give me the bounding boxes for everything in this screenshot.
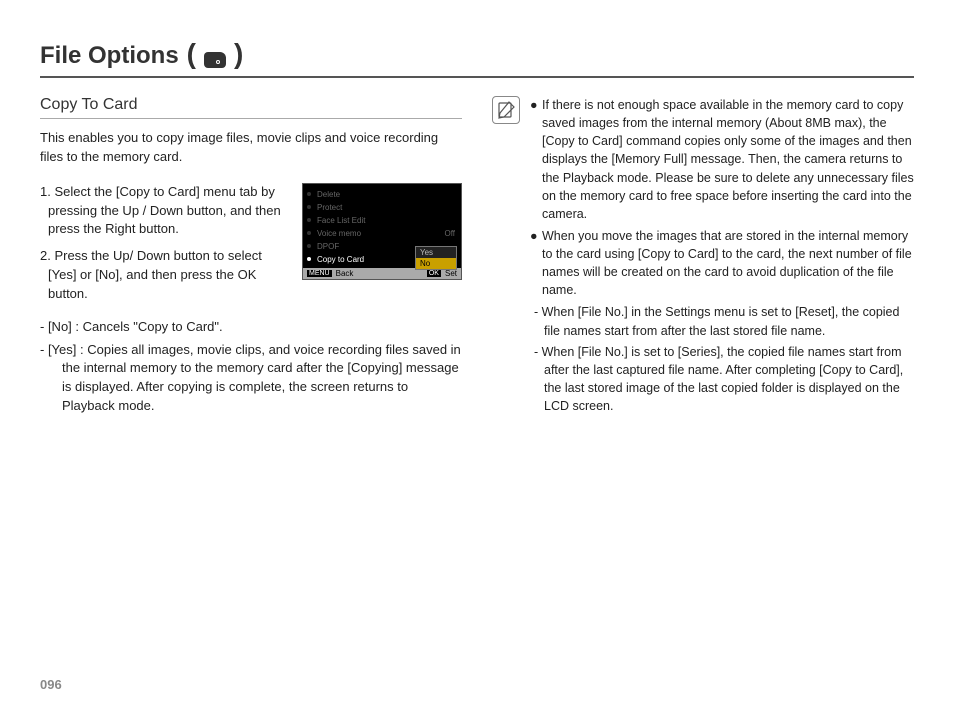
left-column: Copy To Card This enables you to copy im… [40,96,462,420]
steps-list: 1. Select the [Copy to Card] menu tab by… [40,183,290,312]
lcd-item-label: Voice memo [317,229,361,238]
step-2-number: 2. [40,248,51,263]
bullet-mark: ● [530,227,542,300]
lcd-item-protect: Protect [303,201,461,214]
substep-yes: - [Yes] : Copies all images, movie clips… [62,341,462,416]
bullet-mark: ● [530,96,542,223]
lcd-item-copytocard: Copy to Card Yes No [303,253,461,266]
step-2-text: Press the Up/ Down button to select [Yes… [48,248,262,301]
page-title-row: File Options ( ) [40,40,914,78]
substep-yes-tag: - [Yes] : [40,342,84,357]
file-options-icon [204,52,226,68]
lcd-key-ok: OK [427,270,441,277]
note-1-text: If there is not enough space available i… [542,96,914,223]
note-dash-1: - When [File No.] in the Settings menu i… [544,303,914,339]
lcd-item-label: Protect [317,203,342,212]
step-1: 1. Select the [Copy to Card] menu tab by… [48,183,290,240]
substep-yes-text: Copies all images, movie clips, and voic… [62,342,461,414]
page-number: 096 [40,677,62,692]
lcd-key-menu: MENU [307,270,332,277]
lcd-popup-yes: Yes [416,247,456,258]
right-column: ● If there is not enough space available… [492,96,914,420]
lcd-popup-no: No [416,258,456,269]
lcd-popup: Yes No [415,246,457,270]
note-2-text: When you move the images that are stored… [542,227,914,300]
step-1-text: Select the [Copy to Card] menu tab by pr… [48,184,281,237]
step-1-number: 1. [40,184,51,199]
paren-close: ) [234,40,243,68]
lcd-item-label: Copy to Card [317,255,364,264]
substep-no: - [No] : Cancels "Copy to Card". [62,318,462,337]
lcd-item-voicememo: Voice memo Off [303,227,461,240]
page-title: File Options [40,42,179,70]
note-icon [492,96,520,124]
lcd-item-label: Delete [317,190,340,199]
note-dash-2: - When [File No.] is set to [Series], th… [544,343,914,416]
lcd-item-label: Face List Edit [317,216,365,225]
notes-body: ● If there is not enough space available… [530,96,914,418]
note-bullet-1: ● If there is not enough space available… [530,96,914,223]
lcd-item-label: DPOF [317,242,339,251]
lcd-foot-set: Set [445,269,457,278]
note-bullet-2: ● When you move the images that are stor… [530,227,914,300]
paren-open: ( [187,40,196,68]
lcd-foot-back: Back [336,269,354,278]
lcd-item-delete: Delete [303,188,461,201]
step-2: 2. Press the Up/ Down button to select [… [48,247,290,304]
intro-text: This enables you to copy image files, mo… [40,129,462,167]
subheading-copy-to-card: Copy To Card [40,96,462,119]
lcd-item-facelist: Face List Edit [303,214,461,227]
lcd-screenshot: Delete Protect Face List Edit Voice memo… [302,183,462,280]
lcd-item-value: Off [444,229,455,238]
substep-no-text: Cancels "Copy to Card". [79,319,223,334]
substep-no-tag: - [No] : [40,319,79,334]
